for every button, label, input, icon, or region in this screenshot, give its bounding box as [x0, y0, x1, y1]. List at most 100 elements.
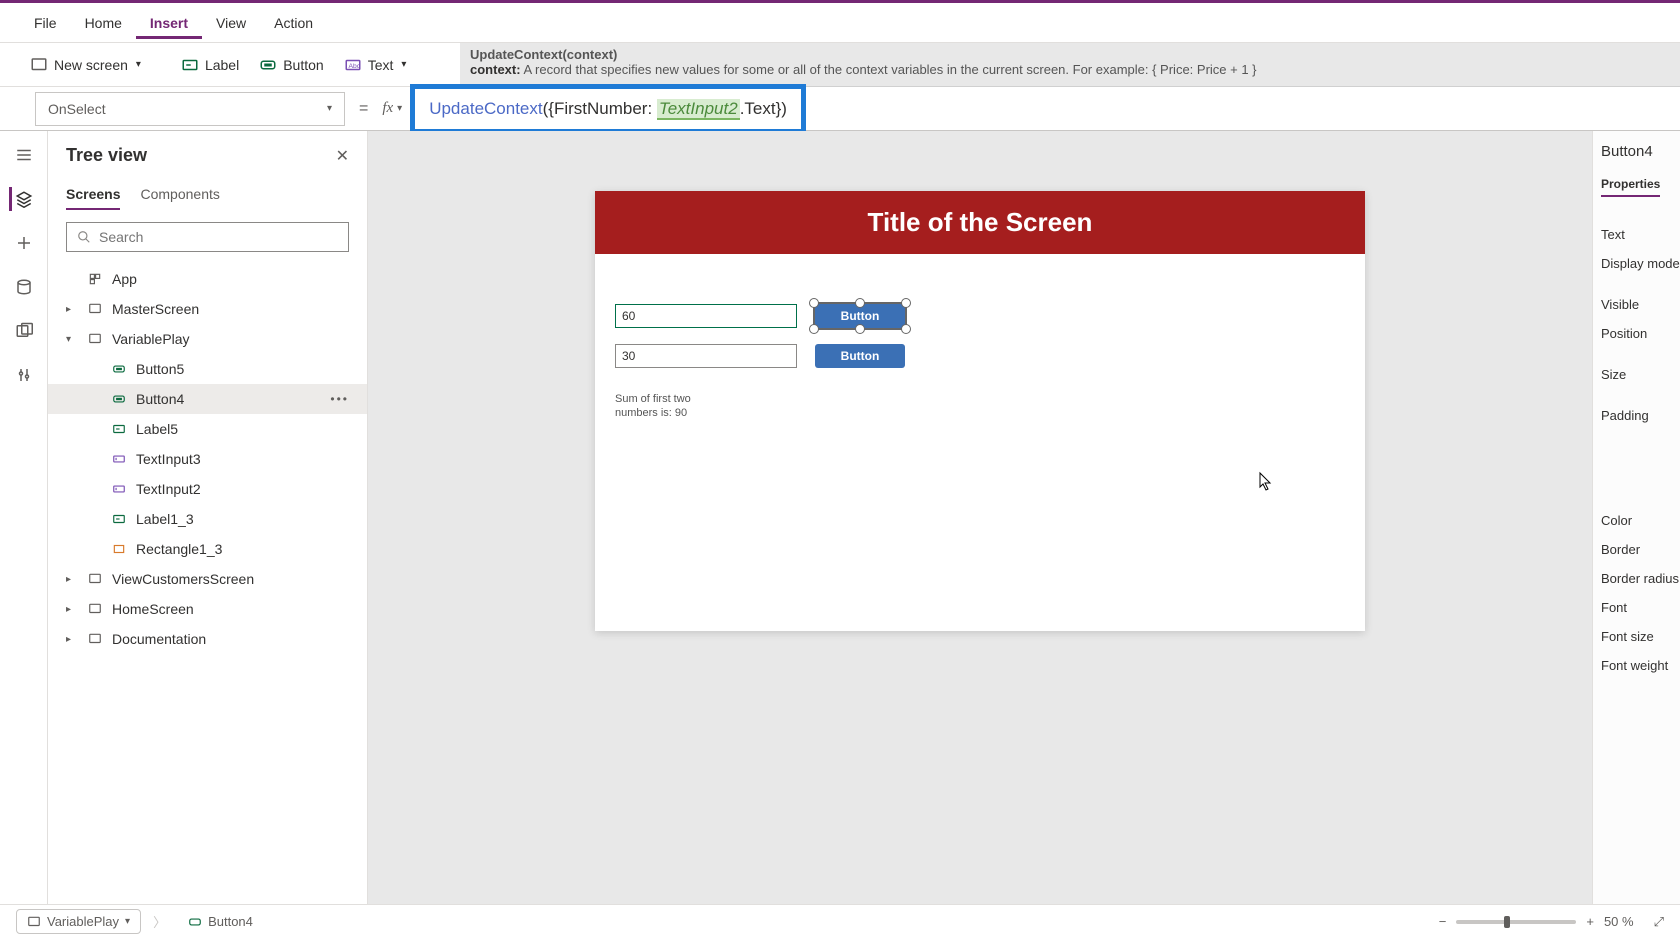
zoom-slider[interactable]	[1456, 920, 1576, 924]
property-row[interactable]: Font size	[1601, 629, 1672, 644]
menu-view[interactable]: View	[202, 7, 260, 39]
property-row[interactable]: Border	[1601, 542, 1672, 557]
resize-handle[interactable]	[855, 298, 865, 308]
tree-item-label5[interactable]: Label5	[48, 414, 367, 444]
zoom-thumb[interactable]	[1504, 916, 1510, 928]
tree-item-homescreen[interactable]: ▸ HomeScreen	[48, 594, 367, 624]
zoom-controls: − + 50 % ⤢	[1439, 914, 1664, 930]
tree-item-viewcustomersscreen[interactable]: ▸ ViewCustomersScreen	[48, 564, 367, 594]
properties-tab[interactable]: Properties	[1601, 177, 1660, 197]
canvas-button-2[interactable]: Button	[815, 344, 905, 368]
screen-icon	[30, 56, 48, 74]
tree-item-textinput3[interactable]: TextInput3	[48, 444, 367, 474]
tree-item-button5[interactable]: Button5	[48, 354, 367, 384]
app-icon	[86, 272, 104, 286]
formula-hint: UpdateContext(context) context: A record…	[460, 43, 1680, 87]
tree-item-label: TextInput3	[136, 451, 201, 467]
resize-handle[interactable]	[855, 324, 865, 334]
close-icon[interactable]: ✕	[336, 146, 349, 166]
formula-highlight: TextInput2	[657, 99, 740, 120]
hamburger-icon[interactable]	[12, 143, 36, 167]
zoom-out-button[interactable]: −	[1439, 914, 1447, 929]
menu-home[interactable]: Home	[71, 7, 136, 39]
data-icon[interactable]	[12, 275, 36, 299]
breadcrumb-screen[interactable]: VariablePlay ▾	[16, 909, 141, 934]
screen-icon	[27, 915, 41, 929]
property-row[interactable]: Size	[1601, 367, 1672, 382]
property-row[interactable]: Border radius	[1601, 571, 1672, 586]
tree-item-textinput2[interactable]: TextInput2	[48, 474, 367, 504]
formula-highlight-box: UpdateContext({FirstNumber: TextInput2.T…	[410, 84, 806, 134]
property-row[interactable]: Visible	[1601, 297, 1672, 312]
formula-input[interactable]: UpdateContext({FirstNumber: TextInput2.T…	[419, 93, 797, 125]
insert-text-text: Text	[368, 57, 394, 73]
search-input[interactable]	[99, 229, 338, 245]
menu-file[interactable]: File	[20, 7, 71, 39]
selected-control-name: Button4	[1601, 143, 1672, 160]
breadcrumb-control[interactable]: Button4	[178, 910, 263, 933]
menu-insert[interactable]: Insert	[136, 7, 202, 39]
insert-label-button[interactable]: Label	[171, 50, 249, 80]
sum-label[interactable]: Sum of first two numbers is: 90	[615, 392, 715, 421]
design-canvas[interactable]: Title of the Screen Button	[595, 191, 1365, 631]
tree-item-label1_3[interactable]: Label1_3	[48, 504, 367, 534]
tree-item-label: Label5	[136, 421, 178, 437]
text-icon: Abc	[344, 56, 362, 74]
chevron-icon[interactable]: ▸	[66, 604, 78, 615]
tree-item-masterscreen[interactable]: ▸MasterScreen	[48, 294, 367, 324]
chevron-down-icon: ▾	[125, 916, 130, 927]
canvas-button-1[interactable]: Button	[815, 304, 905, 328]
tree-item-rectangle1_3[interactable]: Rectangle1_3	[48, 534, 367, 564]
tab-components[interactable]: Components	[140, 180, 219, 210]
chevron-down-icon[interactable]: ▾	[397, 103, 402, 114]
menu-action[interactable]: Action	[260, 7, 327, 39]
tree-item-label: Button5	[136, 361, 184, 377]
property-row[interactable]: Color	[1601, 513, 1672, 528]
fit-to-screen-icon[interactable]: ⤢	[1654, 914, 1664, 930]
text-input-1[interactable]	[615, 304, 797, 328]
property-row[interactable]: Display mode	[1601, 256, 1672, 271]
tree-view-panel: Tree view ✕ Screens Components App ▸Mast…	[48, 131, 368, 904]
insert-label-text: Label	[205, 57, 239, 73]
property-row[interactable]: Font weight	[1601, 658, 1672, 673]
resize-handle[interactable]	[901, 324, 911, 334]
tab-screens[interactable]: Screens	[66, 180, 120, 210]
property-selector[interactable]: OnSelect ▾	[35, 92, 345, 126]
add-icon[interactable]	[12, 231, 36, 255]
zoom-in-button[interactable]: +	[1586, 914, 1594, 929]
insert-button-button[interactable]: Button	[249, 50, 333, 80]
search-icon	[77, 230, 91, 244]
media-icon[interactable]	[12, 319, 36, 343]
property-row[interactable]: Font	[1601, 600, 1672, 615]
property-row[interactable]: Position	[1601, 326, 1672, 341]
resize-handle[interactable]	[901, 298, 911, 308]
tools-icon[interactable]	[12, 363, 36, 387]
chevron-icon[interactable]: ▸	[66, 574, 78, 585]
tree-item-label: TextInput2	[136, 481, 201, 497]
property-row[interactable]: Padding	[1601, 408, 1672, 423]
chevron-icon[interactable]: ▸	[66, 304, 78, 315]
equals-sign: =	[345, 100, 382, 118]
resize-handle[interactable]	[809, 298, 819, 308]
tree-item-button4[interactable]: Button4•••	[48, 384, 367, 414]
formula-hint-label: context:	[470, 62, 521, 77]
insert-text-button[interactable]: Abc Text ▾	[334, 50, 417, 80]
screen-title[interactable]: Title of the Screen	[595, 191, 1365, 254]
property-row[interactable]: Text	[1601, 227, 1672, 242]
tree-item-documentation[interactable]: ▸Documentation	[48, 624, 367, 654]
text-input-2[interactable]	[615, 344, 797, 368]
chevron-icon[interactable]: ▸	[66, 634, 78, 645]
tree-app-node[interactable]: App	[48, 264, 367, 294]
tree-item-label: HomeScreen	[112, 601, 194, 617]
chevron-down-icon: ▾	[327, 103, 332, 114]
tree-title: Tree view	[66, 145, 147, 166]
resize-handle[interactable]	[809, 324, 819, 334]
tree-item-label: ViewCustomersScreen	[112, 571, 254, 587]
tree-view-icon[interactable]	[9, 187, 36, 211]
tree-search[interactable]	[66, 222, 349, 252]
formula-hint-title: UpdateContext(context)	[470, 47, 1670, 62]
chevron-icon[interactable]: ▾	[66, 334, 78, 345]
new-screen-button[interactable]: New screen ▾	[20, 50, 151, 80]
more-icon[interactable]: •••	[330, 392, 349, 406]
tree-item-variableplay[interactable]: ▾VariablePlay	[48, 324, 367, 354]
